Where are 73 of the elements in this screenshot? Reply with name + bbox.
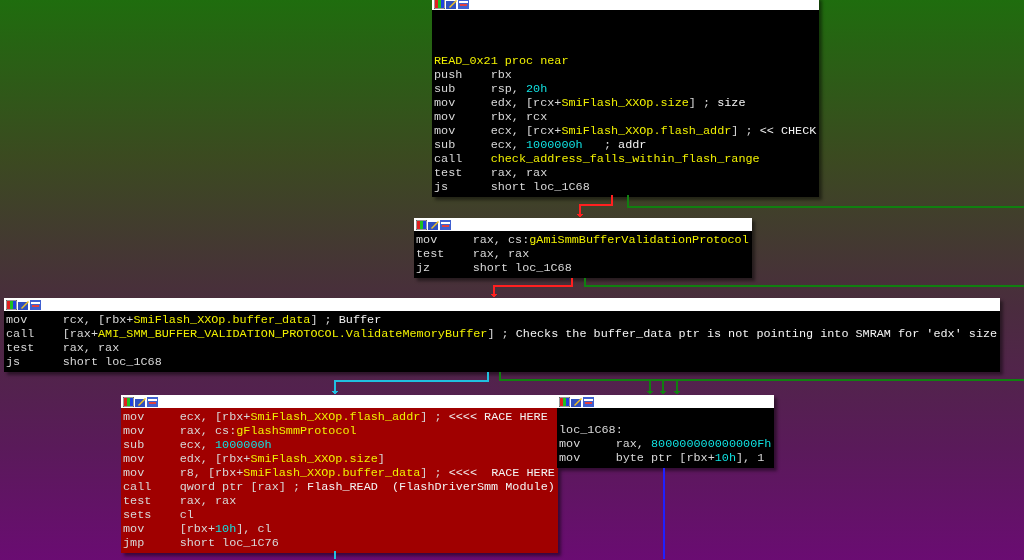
operand: rax, cs:gFlashSmmProtocol xyxy=(179,424,357,438)
mnemonic: test xyxy=(6,341,36,355)
graph-icon[interactable] xyxy=(458,0,469,9)
mnemonic: js xyxy=(6,355,22,369)
color-icon[interactable] xyxy=(123,396,134,407)
operand: rax, rax xyxy=(179,494,237,508)
operand: rax, rax xyxy=(490,166,548,180)
mnemonic: jz xyxy=(416,261,432,275)
graph-icon[interactable] xyxy=(583,396,594,407)
code-label: READ_0x21 proc near xyxy=(434,54,569,68)
operand: ecx, [rcx+SmiFlash_XXOp.flash_addr] ; << CHECK xyxy=(490,124,817,138)
operand: rsp, 20h xyxy=(490,82,548,96)
operand: rax, rax xyxy=(62,341,120,355)
graph-icon[interactable] xyxy=(30,299,41,310)
operand: short loc_1C76 xyxy=(179,536,279,550)
mnemonic: mov xyxy=(123,522,146,536)
operand: [rax+AMI_SMM_BUFFER_VALIDATION_PROTOCOL.ValidateMemoryBuffer] ; Checks the buffer_data ptr is not pointing into SMRAM for 'edx' size xyxy=(62,327,998,341)
operand: short loc_1C68 xyxy=(472,261,572,275)
graph-icon[interactable] xyxy=(440,219,451,230)
operand: ecx, [rbx+SmiFlash_XXOp.flash_addr] ; <<<< RACE HERE xyxy=(179,410,548,424)
operand: rbx, rcx xyxy=(490,110,548,124)
mnemonic: mov xyxy=(559,437,582,451)
mnemonic: test xyxy=(434,166,464,180)
operand: rax, 800000000000000Fh xyxy=(615,437,772,451)
operand: cl xyxy=(179,508,194,522)
edit-icon[interactable] xyxy=(571,396,582,407)
mnemonic: call xyxy=(434,152,464,166)
operand: ecx, 1000000h ; addr xyxy=(490,138,647,152)
mnemonic: mov xyxy=(434,96,457,110)
operand: [rbx+10h], cl xyxy=(179,522,272,536)
operand: rax, rax xyxy=(472,247,530,261)
mnemonic: mov xyxy=(123,410,146,424)
mnemonic: mov xyxy=(6,313,29,327)
edit-icon[interactable] xyxy=(428,219,439,230)
code-label: loc_1C68: xyxy=(559,423,623,437)
color-icon[interactable] xyxy=(416,219,427,230)
mnemonic: test xyxy=(416,247,446,261)
operand: qword ptr [rax] ; Flash_READ (FlashDriverSmm Module) xyxy=(179,480,555,494)
operand: short loc_1C68 xyxy=(490,180,590,194)
mnemonic: mov xyxy=(434,110,457,124)
mnemonic: sub xyxy=(123,438,146,452)
mnemonic: mov xyxy=(123,452,146,466)
color-icon[interactable] xyxy=(6,299,17,310)
mnemonic: mov xyxy=(123,466,146,480)
mnemonic: mov xyxy=(559,451,582,465)
edit-icon[interactable] xyxy=(135,396,146,407)
operand: rax, cs:gAmiSmmBufferValidationProtocol xyxy=(472,233,749,247)
mnemonic: js xyxy=(434,180,450,194)
edit-icon[interactable] xyxy=(18,299,29,310)
mnemonic: sub xyxy=(434,138,457,152)
operand: edx, [rbx+SmiFlash_XXOp.size] xyxy=(179,452,385,466)
mnemonic: call xyxy=(123,480,153,494)
mnemonic: push xyxy=(434,68,464,82)
mnemonic: jmp xyxy=(123,536,146,550)
edit-icon[interactable] xyxy=(446,0,457,9)
color-icon[interactable] xyxy=(434,0,445,9)
operand: edx, [rcx+SmiFlash_XXOp.size] ; size xyxy=(490,96,746,110)
operand: byte ptr [rbx+10h], 1 xyxy=(615,451,765,465)
operand: ecx, 1000000h xyxy=(179,438,272,452)
mnemonic: mov xyxy=(123,424,146,438)
graph-icon[interactable] xyxy=(147,396,158,407)
mnemonic: sets xyxy=(123,508,153,522)
operand: rbx xyxy=(490,68,512,82)
mnemonic: sub xyxy=(434,82,457,96)
color-icon[interactable] xyxy=(559,396,570,407)
mnemonic: mov xyxy=(434,124,457,138)
operand: r8, [rbx+SmiFlash_XXOp.buffer_data] ; <<<< RACE HERE xyxy=(179,466,555,480)
mnemonic: call xyxy=(6,327,36,341)
operand: check_address_falls_within_flash_range xyxy=(490,152,760,166)
operand: rcx, [rbx+SmiFlash_XXOp.buffer_data] ; Buffer xyxy=(62,313,382,327)
operand: short loc_1C68 xyxy=(62,355,162,369)
mnemonic: mov xyxy=(416,233,439,247)
mnemonic: test xyxy=(123,494,153,508)
